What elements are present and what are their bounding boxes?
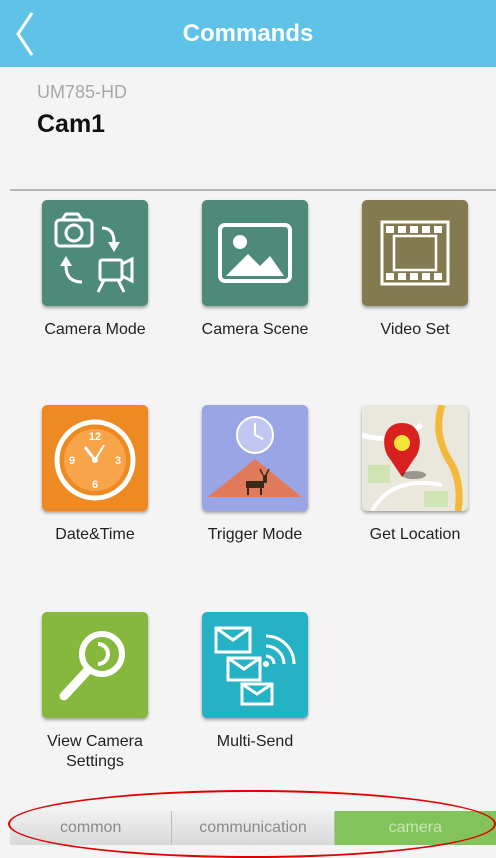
svg-text:9: 9 (69, 455, 75, 467)
page-title: Commands (182, 19, 314, 47)
envelopes-icon (202, 612, 308, 718)
command-label: Get Location (369, 526, 461, 543)
header-bar: Commands (0, 0, 496, 67)
device-model: UM785-HD (37, 82, 128, 102)
command-date-time[interactable]: 12 3 6 9 Date&Time (20, 405, 170, 545)
command-view-camera-settings[interactable]: View Camera Settings (20, 612, 170, 772)
image-icon (202, 200, 308, 306)
command-video-set[interactable]: Video Set (340, 200, 490, 340)
magnifier-icon (42, 612, 148, 718)
command-label: Date&Time (55, 526, 135, 543)
divider (10, 189, 496, 191)
svg-text:12: 12 (89, 431, 101, 443)
command-camera-scene[interactable]: Camera Scene (180, 200, 330, 340)
command-label: View Camera Settings (47, 733, 143, 770)
command-label: Multi-Send (216, 733, 294, 750)
command-trigger-mode[interactable]: Trigger Mode (180, 405, 330, 545)
command-label: Camera Scene (201, 321, 309, 338)
command-multi-send[interactable]: Multi-Send (180, 612, 330, 752)
motion-trigger-icon (202, 405, 308, 511)
command-label: Trigger Mode (207, 526, 303, 543)
command-camera-mode[interactable]: Camera Mode (20, 200, 170, 340)
svg-text:3: 3 (115, 455, 121, 467)
device-name: Cam1 (37, 110, 106, 138)
film-strip-icon (362, 200, 468, 306)
tab-communication[interactable]: communication (172, 811, 335, 845)
back-button[interactable] (0, 0, 50, 67)
bottom-tab-bar: common communication camera (10, 811, 496, 845)
command-label: Video Set (380, 321, 450, 338)
command-label: Camera Mode (44, 321, 146, 338)
camera-mode-icon (42, 200, 148, 306)
tab-camera[interactable]: camera (334, 811, 496, 845)
map-pin-icon (362, 405, 468, 511)
clock-icon: 12 3 6 9 (42, 405, 148, 511)
command-get-location[interactable]: Get Location (340, 405, 490, 545)
chevron-left-icon (16, 11, 34, 56)
svg-text:6: 6 (92, 479, 98, 491)
tab-common[interactable]: common (10, 811, 173, 845)
